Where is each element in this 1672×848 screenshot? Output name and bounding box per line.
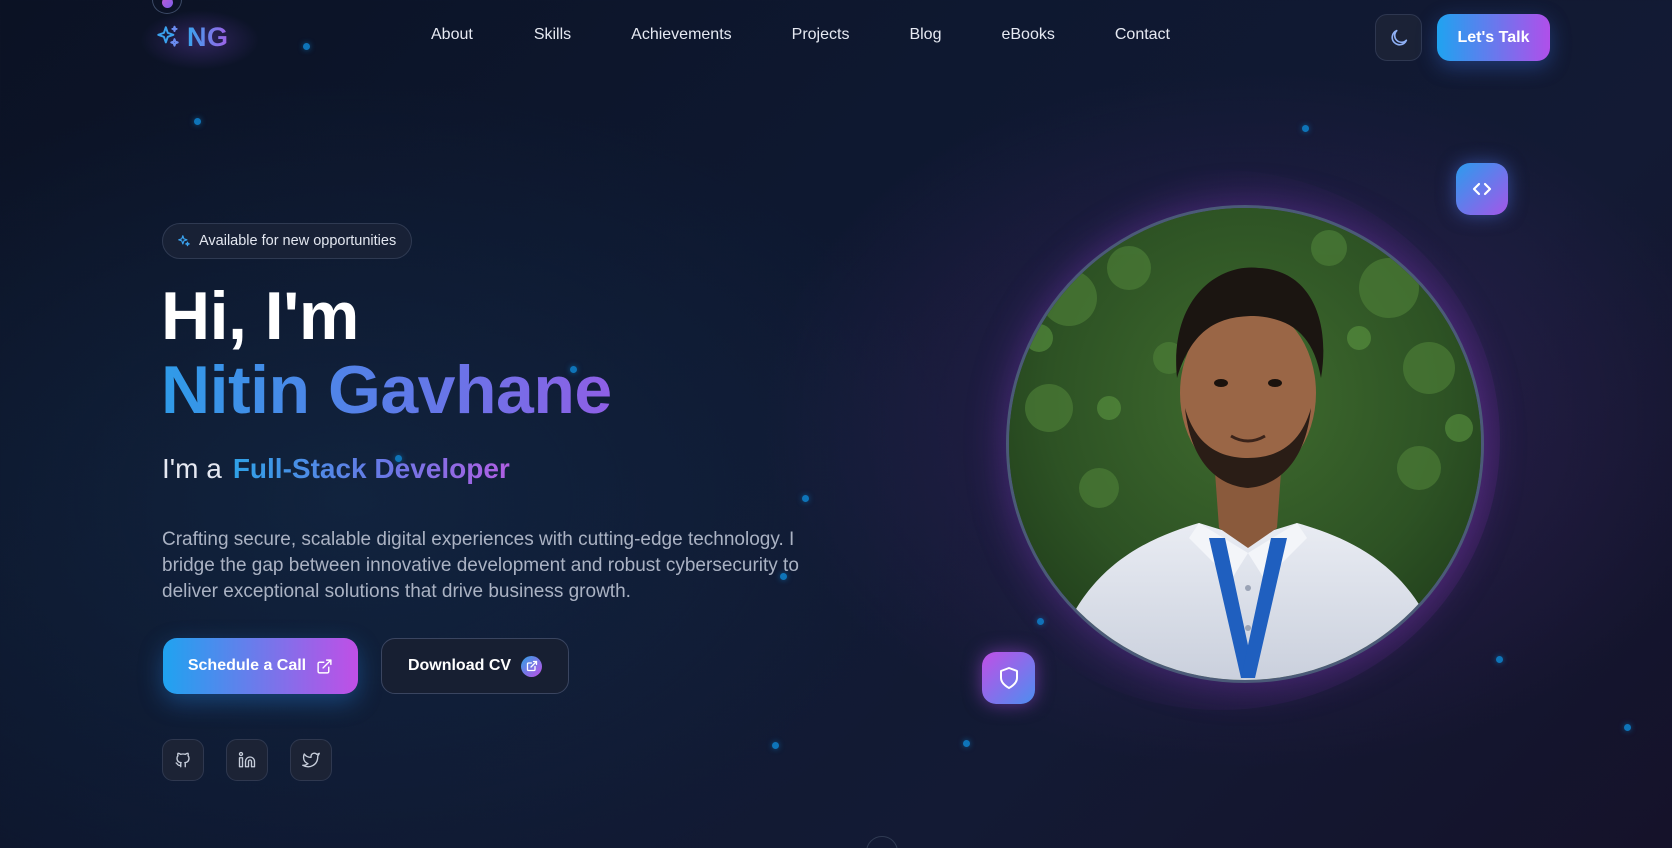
external-link-icon xyxy=(317,658,332,674)
nav-link-contact[interactable]: Contact xyxy=(1115,26,1170,44)
theme-toggle-button[interactable] xyxy=(1375,14,1422,61)
schedule-call-label: Schedule a Call xyxy=(187,657,307,674)
sparkles-icon xyxy=(178,235,190,247)
nav-link-skills[interactable]: Skills xyxy=(534,26,571,44)
code-badge xyxy=(1456,163,1508,215)
moon-icon xyxy=(1390,29,1407,46)
availability-text: Available for new opportunities xyxy=(199,233,397,249)
shield-badge xyxy=(982,652,1035,704)
linkedin-link[interactable] xyxy=(226,739,268,781)
particle-dot xyxy=(802,495,809,502)
nav-link-achievements[interactable]: Achievements xyxy=(631,26,732,44)
hero-greeting: Hi, I'm xyxy=(161,278,359,354)
particle-dot xyxy=(1496,656,1503,663)
external-link-icon xyxy=(521,655,543,677)
main-nav: About Skills Achievements Projects Blog … xyxy=(431,26,1170,44)
linkedin-icon xyxy=(238,751,256,768)
role-prefix: I'm a xyxy=(162,453,222,484)
particle-dot xyxy=(194,118,201,125)
nav-link-blog[interactable]: Blog xyxy=(909,26,941,44)
profile-photo xyxy=(1006,205,1484,683)
hero-role: I'm a Full-Stack Developer xyxy=(162,453,510,485)
availability-badge: Available for new opportunities xyxy=(162,223,413,259)
logo-text: NG xyxy=(187,21,229,52)
particle-dot xyxy=(1624,724,1631,731)
particle-dot xyxy=(1302,125,1309,132)
particle-dot xyxy=(772,742,779,749)
sparkles-icon xyxy=(157,25,179,47)
download-cv-label: Download CV xyxy=(407,657,512,674)
download-cv-button[interactable]: Download CV xyxy=(381,638,569,694)
nav-link-about[interactable]: About xyxy=(431,26,473,44)
particle-dot xyxy=(303,43,310,50)
schedule-call-button[interactable]: Schedule a Call xyxy=(163,638,358,694)
particle-dot xyxy=(963,740,970,747)
nav-link-ebooks[interactable]: eBooks xyxy=(1001,26,1054,44)
github-icon xyxy=(175,752,190,768)
scroll-down-indicator[interactable] xyxy=(866,836,898,848)
twitter-link[interactable] xyxy=(290,739,332,781)
site-logo[interactable]: NG xyxy=(155,20,229,54)
nav-link-projects[interactable]: Projects xyxy=(792,26,850,44)
hero-name: Nitin Gavhane xyxy=(161,352,612,428)
twitter-icon xyxy=(302,752,320,768)
code-icon xyxy=(1472,182,1492,196)
hero-description: Crafting secure, scalable digital experi… xyxy=(162,529,799,602)
lets-talk-button[interactable]: Let's Talk xyxy=(1437,14,1550,61)
github-link[interactable] xyxy=(162,739,204,781)
shield-icon xyxy=(999,667,1018,689)
portrait-illustration xyxy=(1009,208,1481,680)
role-title: Full-Stack Developer xyxy=(232,453,510,484)
